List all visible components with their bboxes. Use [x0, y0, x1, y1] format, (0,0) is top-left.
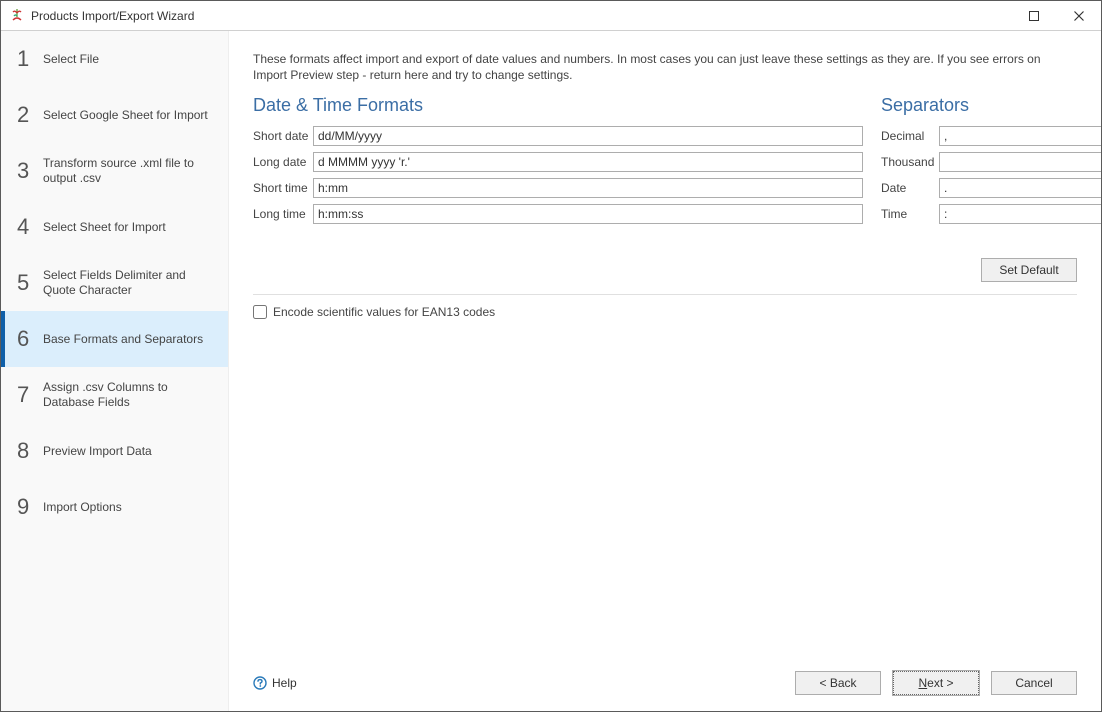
wizard-window: Products Import/Export Wizard 1 Select F…: [0, 0, 1102, 712]
thousand-row: Thousand: [881, 152, 1077, 172]
long-date-row: Long date: [253, 152, 863, 172]
date-sep-input[interactable]: [939, 178, 1101, 198]
date-sep-label: Date: [881, 181, 939, 195]
step-label: Select Fields Delimiter and Quote Charac…: [43, 268, 216, 298]
date-sep-row: Date: [881, 178, 1077, 198]
step-label: Select Sheet for Import: [43, 220, 172, 235]
long-time-label: Long time: [253, 207, 313, 221]
step-number: 5: [17, 270, 43, 296]
step-select-file[interactable]: 1 Select File: [1, 31, 228, 87]
long-time-row: Long time: [253, 204, 863, 224]
step-number: 6: [17, 326, 43, 352]
help-label: Help: [272, 676, 297, 690]
titlebar: Products Import/Export Wizard: [1, 1, 1101, 31]
footer-buttons: < Back Next > Cancel: [795, 671, 1077, 695]
divider: [253, 294, 1077, 295]
next-mnemonic: N: [918, 676, 927, 690]
short-time-input[interactable]: [313, 178, 863, 198]
long-time-input[interactable]: [313, 204, 863, 224]
encode-ean13-row[interactable]: Encode scientific values for EAN13 codes: [253, 305, 1077, 319]
step-transform-xml[interactable]: 3 Transform source .xml file to output .…: [1, 143, 228, 199]
time-sep-input[interactable]: [939, 204, 1101, 224]
step-preview-import[interactable]: 8 Preview Import Data: [1, 423, 228, 479]
step-number: 1: [17, 46, 43, 72]
thousand-input[interactable]: [939, 152, 1101, 172]
step-select-google-sheet[interactable]: 2 Select Google Sheet for Import: [1, 87, 228, 143]
back-button[interactable]: < Back: [795, 671, 881, 695]
decimal-input[interactable]: [939, 126, 1101, 146]
step-number: 3: [17, 158, 43, 184]
short-time-row: Short time: [253, 178, 863, 198]
wizard-main: These formats affect import and export o…: [229, 31, 1101, 711]
time-sep-row: Time: [881, 204, 1077, 224]
short-date-row: Short date: [253, 126, 863, 146]
separators-title: Separators: [881, 95, 1077, 116]
window-buttons: [1011, 1, 1101, 30]
step-label: Preview Import Data: [43, 444, 158, 459]
help-icon: [253, 676, 267, 690]
decimal-row: Decimal: [881, 126, 1077, 146]
close-button[interactable]: [1056, 1, 1101, 30]
step-select-sheet[interactable]: 4 Select Sheet for Import: [1, 199, 228, 255]
next-button[interactable]: Next >: [893, 671, 979, 695]
short-date-label: Short date: [253, 129, 313, 143]
step-assign-columns[interactable]: 7 Assign .csv Columns to Database Fields: [1, 367, 228, 423]
step-label: Base Formats and Separators: [43, 332, 209, 347]
step-import-options[interactable]: 9 Import Options: [1, 479, 228, 535]
time-sep-label: Time: [881, 207, 939, 221]
thousand-label: Thousand: [881, 155, 939, 169]
separators-section: Separators Decimal Thousand Date Ti: [881, 95, 1077, 230]
datetime-title: Date & Time Formats: [253, 95, 863, 116]
format-sections: Date & Time Formats Short date Long date…: [253, 95, 1077, 230]
step-label: Assign .csv Columns to Database Fields: [43, 380, 216, 410]
maximize-button[interactable]: [1011, 1, 1056, 30]
intro-text: These formats affect import and export o…: [253, 51, 1077, 83]
step-label: Select Google Sheet for Import: [43, 108, 214, 123]
step-label: Select File: [43, 52, 105, 67]
help-link[interactable]: Help: [253, 676, 297, 690]
step-delimiter-quote[interactable]: 5 Select Fields Delimiter and Quote Char…: [1, 255, 228, 311]
step-base-formats[interactable]: 6 Base Formats and Separators: [1, 311, 228, 367]
set-default-row: Set Default: [253, 258, 1077, 282]
step-number: 7: [17, 382, 43, 408]
step-label: Import Options: [43, 500, 128, 515]
datetime-section: Date & Time Formats Short date Long date…: [253, 95, 863, 230]
long-date-label: Long date: [253, 155, 313, 169]
long-date-input[interactable]: [313, 152, 863, 172]
step-number: 9: [17, 494, 43, 520]
decimal-label: Decimal: [881, 129, 939, 143]
encode-ean13-checkbox[interactable]: [253, 305, 267, 319]
wizard-sidebar: 1 Select File 2 Select Google Sheet for …: [1, 31, 229, 711]
short-date-input[interactable]: [313, 126, 863, 146]
window-title: Products Import/Export Wizard: [31, 9, 1011, 23]
wizard-body: 1 Select File 2 Select Google Sheet for …: [1, 31, 1101, 711]
set-default-button[interactable]: Set Default: [981, 258, 1077, 282]
app-icon: [9, 8, 25, 24]
cancel-button[interactable]: Cancel: [991, 671, 1077, 695]
step-number: 8: [17, 438, 43, 464]
step-number: 4: [17, 214, 43, 240]
wizard-footer: Help < Back Next > Cancel: [253, 671, 1077, 695]
step-number: 2: [17, 102, 43, 128]
encode-ean13-label: Encode scientific values for EAN13 codes: [273, 305, 495, 319]
next-rest: ext >: [927, 676, 953, 690]
step-label: Transform source .xml file to output .cs…: [43, 156, 216, 186]
short-time-label: Short time: [253, 181, 313, 195]
